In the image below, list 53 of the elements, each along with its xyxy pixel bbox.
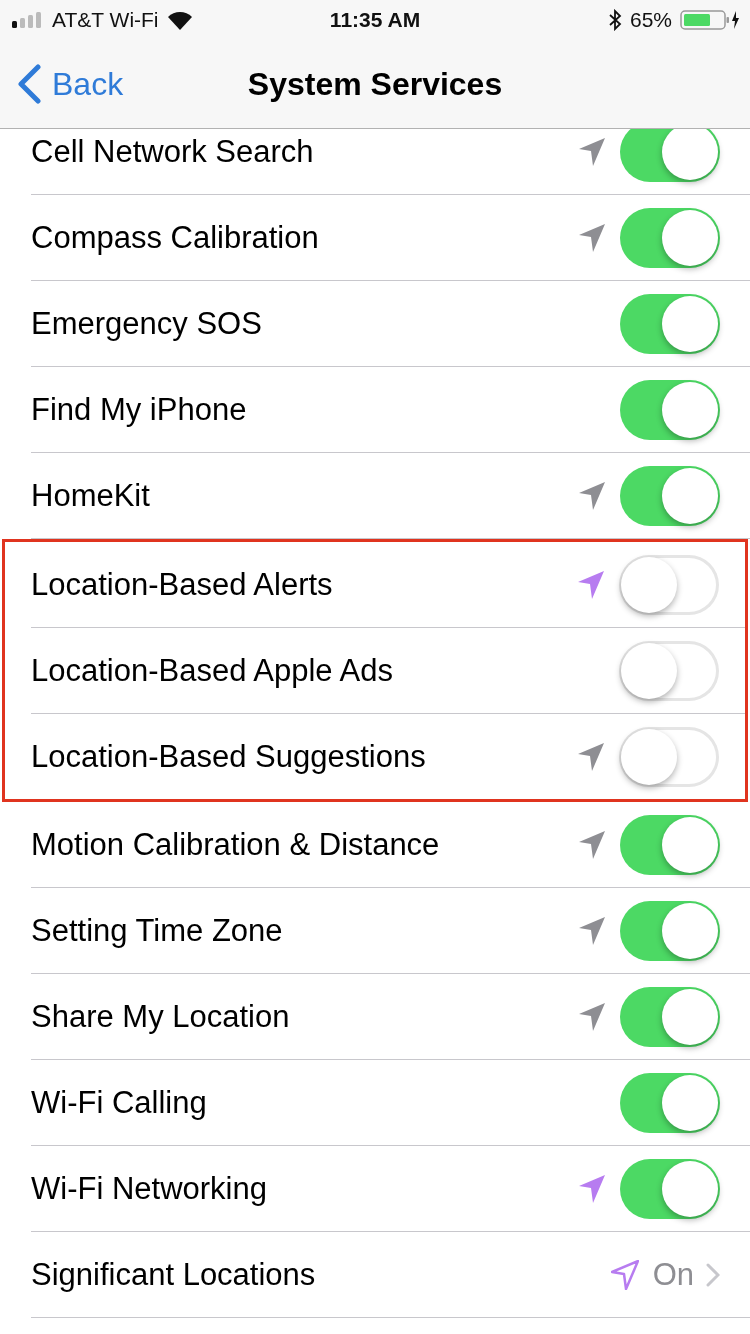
row-label: Share My Location [31,998,290,1035]
toggle-switch[interactable] [620,986,720,1047]
settings-row[interactable]: Wi-Fi Networking [31,1146,750,1232]
toggle-switch[interactable] [620,900,720,961]
wifi-icon [166,10,193,30]
toggle-switch[interactable] [620,814,720,875]
toggle-switch[interactable] [620,1072,720,1133]
settings-row[interactable]: Wi-Fi Calling [31,1060,750,1146]
toggle-switch[interactable] [620,465,720,526]
status-time: 11:35 AM [329,8,421,32]
row-label: Location-Based Alerts [31,566,333,603]
row-label: Significant Locations [31,1256,316,1293]
settings-row[interactable]: Motion Calibration & Distance [31,802,750,888]
toggle-switch[interactable] [619,640,719,701]
chevron-icon [706,1262,720,1287]
detail-value: On [652,1256,694,1293]
battery-charging-icon [680,9,740,31]
settings-row[interactable]: Compass Calibration [31,195,750,281]
row-label: Location-Based Suggestions [31,738,426,775]
toggle-switch[interactable] [620,293,720,354]
signal-icon [12,12,44,28]
back-chevron-icon [16,64,42,104]
row-label: Location-Based Apple Ads [31,652,393,689]
settings-row[interactable]: Find My iPhone [31,367,750,453]
row-label: HomeKit [31,477,150,514]
settings-row[interactable]: Location-Based Suggestions [31,714,745,799]
row-label: Emergency SOS [31,305,262,342]
battery-percent: 65% [629,8,672,32]
toggle-switch[interactable] [620,1158,720,1219]
settings-row[interactable]: Emergency SOS [31,281,750,367]
settings-row[interactable]: Location-Based Alerts [31,542,745,628]
toggle-switch[interactable] [619,726,719,787]
row-label: Motion Calibration & Distance [31,826,440,863]
toggle-switch[interactable] [620,207,720,268]
settings-row[interactable]: Significant Locations On [31,1232,750,1318]
row-label: Setting Time Zone [31,912,283,949]
settings-row[interactable]: Share My Location [31,974,750,1060]
toggle-switch[interactable] [620,379,720,440]
settings-row[interactable]: Cell Network Search [31,129,750,195]
settings-row[interactable]: Location-Based Apple Ads [31,628,745,714]
row-label: Compass Calibration [31,219,319,256]
row-label: Wi-Fi Calling [31,1084,207,1121]
screen-title: System Services [247,65,503,103]
toggle-switch[interactable] [620,129,720,182]
row-label: Wi-Fi Networking [31,1170,267,1207]
row-label: Cell Network Search [31,133,314,170]
bluetooth-icon [607,9,622,31]
row-label: Find My iPhone [31,391,247,428]
carrier-name: AT&T Wi-Fi [52,8,159,32]
back-button[interactable]: Back [0,64,124,104]
settings-row[interactable]: HomeKit [31,453,750,539]
toggle-switch[interactable] [619,554,719,615]
settings-row[interactable]: Setting Time Zone [31,888,750,974]
